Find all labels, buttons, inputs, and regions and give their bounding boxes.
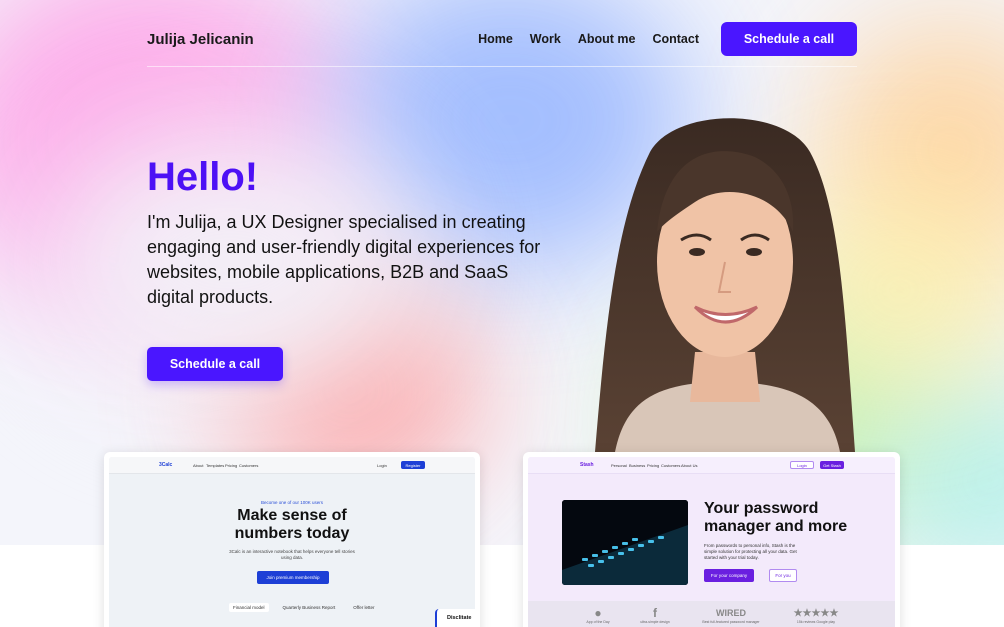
preview-membership-button: Join premium membership [257, 571, 329, 584]
preview-tab: Financial model [229, 603, 269, 612]
preview-side-panel: Disclitate [435, 609, 475, 627]
preview-tabs: Financial model Quarterly Business Repor… [229, 603, 378, 612]
badge-caption: Best full-featured password manager [702, 620, 760, 624]
wired-logo-badge: WIRED Best full-featured password manage… [696, 607, 766, 624]
top-navigation: Julija Jelicanin Home Work About me Cont… [147, 22, 857, 56]
facebook-icon: f [653, 606, 657, 620]
facebook-logo-badge: f ultra-simple design [620, 606, 690, 625]
preview-eyebrow: Become one of our 100K users [260, 500, 324, 505]
badge-caption: 15k reviews Google play [796, 620, 836, 624]
wired-logo: WIRED [716, 608, 746, 618]
nav-home[interactable]: Home [478, 32, 513, 46]
preview-logo: Stash [580, 462, 594, 468]
project-preview-3calc: 3Calc About Templates Pricing Customers … [109, 457, 475, 627]
schedule-call-nav-button[interactable]: Schedule a call [721, 22, 857, 56]
preview-navbar: 3Calc About Templates Pricing Customers … [109, 457, 475, 474]
nav-links: Home Work About me Contact [478, 32, 699, 46]
preview-nav-item: Templates [206, 463, 225, 468]
preview-for-you-button: For you [769, 569, 797, 582]
preview-nav-item: Pricing [225, 463, 238, 468]
preview-navbar: Stash Personal Business Pricing Customer… [528, 457, 895, 474]
preview-login: Login [790, 461, 814, 469]
preview-title-line: manager and more [704, 518, 848, 535]
preview-nav-item: Personal [611, 463, 627, 468]
portrait-photo [595, 118, 855, 452]
preview-nav-item: Business [629, 463, 646, 468]
preview-subtitle: 3Calc is an interactive notebook that he… [229, 549, 355, 560]
project-preview-stash: Stash Personal Business Pricing Customer… [528, 457, 895, 627]
preview-tab: Offer letter [353, 605, 375, 610]
preview-nav-item: About [193, 463, 204, 468]
hero-intro: I'm Julija, a UX Designer specialised in… [147, 212, 541, 307]
hero-greeting: Hello! [147, 155, 259, 199]
preview-title-line: numbers today [234, 525, 350, 542]
badge-caption: ultra-simple design [640, 620, 670, 624]
preview-press-logos: ● App of the Day f ultra-simple design W… [528, 601, 895, 627]
rating-badge: ★★★★★ 15k reviews Google play [781, 607, 851, 624]
preview-tab: Quarterly Business Report [282, 605, 336, 610]
star-rating-icon: ★★★★★ [793, 608, 839, 619]
schedule-call-hero-button[interactable]: Schedule a call [147, 347, 283, 381]
nav-work[interactable]: Work [530, 32, 561, 46]
preview-company-button: For your company [704, 569, 754, 582]
preview-title: Your password manager and more [704, 500, 874, 536]
project-card-3calc[interactable]: 3Calc About Templates Pricing Customers … [104, 452, 480, 627]
preview-subtitle: From passwords to personal info, Stash i… [704, 543, 797, 560]
preview-title-line: Make sense of [237, 507, 347, 524]
preview-title: Make sense of numbers today [109, 507, 475, 543]
nav-contact[interactable]: Contact [652, 32, 699, 46]
preview-nav-item: About Us [681, 463, 698, 468]
nav-about-me[interactable]: About me [578, 32, 636, 46]
preview-nav-item: Customers [239, 463, 259, 468]
preview-nav-item: Pricing [647, 463, 660, 468]
preview-nav-item: Customers [661, 463, 681, 468]
preview-title-line: Your password [704, 500, 819, 517]
preview-logo: 3Calc [159, 462, 173, 468]
preview-register-button: Register [401, 461, 425, 469]
preview-keyboard-image [562, 500, 688, 585]
preview-login: Login [377, 463, 387, 468]
header-divider [147, 66, 857, 67]
preview-get-stash-button: Get Stash [820, 461, 844, 469]
brand-name[interactable]: Julija Jelicanin [147, 31, 254, 48]
project-card-stash[interactable]: Stash Personal Business Pricing Customer… [523, 452, 900, 627]
